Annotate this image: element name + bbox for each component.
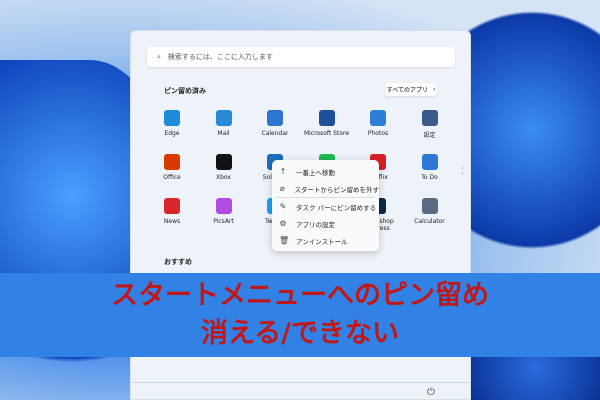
app-tile[interactable]: To Do (404, 154, 456, 181)
search-icon: ⌕ (157, 52, 161, 61)
menu-item-icon: ↑ (279, 167, 287, 176)
app-label: Edge (164, 130, 180, 137)
context-menu-item[interactable]: 🗑 アンインストール (272, 232, 379, 249)
banner-line-2: 消える/できない (200, 318, 400, 349)
app-icon (215, 154, 232, 170)
app-icon (421, 198, 438, 214)
app-icon (421, 110, 438, 126)
all-apps-label: すべてのアプリ (386, 87, 428, 94)
context-menu: ↑ 一番上へ移動 ⌀ スタートからピン留めを外す ✎ タスク バーにピン留めする ⚙ アプリの… (272, 160, 379, 251)
app-icon (164, 110, 180, 126)
app-icon (215, 110, 232, 126)
app-icon (267, 110, 283, 126)
app-tile[interactable]: Xbox (198, 154, 250, 181)
app-icon (318, 110, 335, 126)
app-icon (164, 198, 180, 214)
search-placeholder: 検索するには、ここに入力します (167, 53, 273, 61)
recommended-title: おすすめ (164, 258, 192, 266)
app-tile[interactable]: 設定 (404, 110, 456, 139)
footer-divider (130, 382, 471, 383)
app-tile[interactable]: Office (146, 154, 198, 181)
menu-item-label: アプリの設定 (296, 220, 335, 229)
app-tile[interactable]: Calendar (249, 110, 301, 137)
app-label: Microsoft Store (303, 130, 350, 137)
pinned-title: ピン留め済み (164, 87, 206, 95)
all-apps-button[interactable]: すべてのアプリ › (385, 83, 437, 96)
app-icon (215, 198, 232, 214)
menu-item-label: 一番上へ移動 (296, 168, 335, 177)
chevron-right-icon: › (432, 86, 436, 93)
app-label: Xbox (216, 174, 231, 181)
app-label: Mail (217, 130, 230, 137)
app-icon (370, 110, 386, 126)
context-menu-item[interactable]: ⌀ スタートからピン留めを外す (272, 180, 379, 197)
app-tile[interactable]: Microsoft Store (301, 110, 353, 137)
app-label: Office (163, 174, 181, 181)
menu-item-label: スタートからピン留めを外す (294, 185, 380, 194)
menu-item-icon: ⌀ (279, 184, 285, 193)
menu-item-label: アンインストール (296, 237, 348, 246)
menu-item-icon: ⚙ (279, 219, 287, 228)
app-icon (421, 154, 438, 170)
app-tile[interactable]: Edge (146, 110, 198, 137)
app-label: 設定 (423, 132, 436, 139)
app-label: Calculator (414, 218, 445, 225)
menu-item-icon: 🗑 (279, 236, 290, 245)
app-label: PicsArt (213, 218, 234, 225)
app-tile[interactable]: PicsArt (198, 198, 250, 225)
context-menu-item[interactable]: ⚙ アプリの設定 (272, 215, 379, 232)
title-banner: スタートメニューへのピン留め 消える/できない (0, 273, 600, 357)
app-label: Photos (367, 130, 389, 137)
menu-item-icon: ✎ (279, 202, 287, 211)
context-menu-item[interactable]: ↑ 一番上へ移動 (272, 163, 379, 180)
power-icon[interactable]: ⏻ (427, 387, 435, 398)
app-tile[interactable]: Photos (352, 110, 404, 137)
menu-item-label: タスク バーにピン留めする (296, 203, 377, 212)
app-tile[interactable]: Mail (198, 110, 250, 137)
app-label: Calendar (261, 130, 289, 137)
app-tile[interactable]: News (146, 198, 198, 225)
app-label: News (163, 218, 181, 225)
app-icon (164, 154, 180, 170)
context-menu-item[interactable]: ✎ タスク バーにピン留めする (272, 198, 379, 215)
app-label: To Do (421, 174, 438, 181)
more-pages-icon[interactable]: · · (461, 165, 464, 178)
banner-line-1: スタートメニューへのピン留め (111, 280, 489, 311)
app-tile[interactable]: Calculator (404, 198, 456, 225)
search-input[interactable]: ⌕ 検索するには、ここに入力します (147, 47, 455, 67)
